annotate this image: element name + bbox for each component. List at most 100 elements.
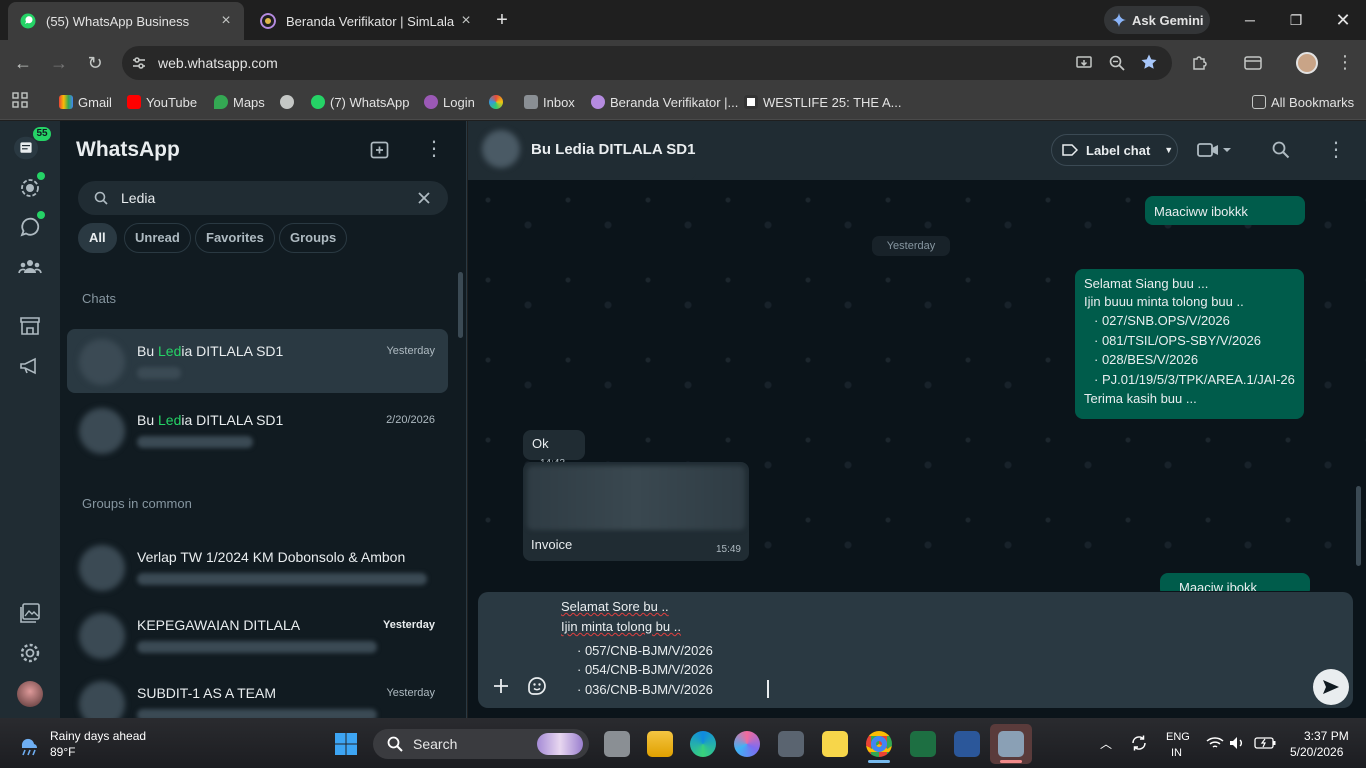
reload-icon[interactable]: ↻ bbox=[83, 51, 107, 75]
tab-simlala[interactable]: Beranda Verifikator | SimLala × bbox=[248, 2, 484, 40]
close-window-icon[interactable]: ✕ bbox=[1331, 8, 1355, 32]
ask-gemini-button[interactable]: Ask Gemini bbox=[1104, 6, 1210, 34]
browser-menu-icon[interactable]: ⋮ bbox=[1336, 52, 1354, 72]
document-preview-thumbnail[interactable] bbox=[527, 466, 745, 530]
send-button[interactable] bbox=[1313, 669, 1349, 705]
outgoing-message[interactable]: Selamat Siang buu ... Ijin buuu minta to… bbox=[1075, 269, 1304, 419]
windows-start-icon[interactable] bbox=[334, 732, 358, 756]
wifi-icon[interactable] bbox=[1206, 736, 1224, 750]
filter-unread[interactable]: Unread bbox=[124, 223, 191, 253]
zoom-icon[interactable] bbox=[1108, 54, 1126, 72]
outgoing-message[interactable]: Maaciww ibokkk bbox=[1145, 196, 1305, 225]
chat-list-scrollbar[interactable] bbox=[458, 272, 463, 338]
incoming-message[interactable]: Ok 14:43 bbox=[523, 430, 585, 469]
bookmark-youtube[interactable]: YouTube bbox=[127, 92, 197, 112]
settings-gear-icon[interactable] bbox=[18, 641, 42, 665]
rain-weather-icon[interactable] bbox=[16, 730, 44, 758]
chat-list-item[interactable]: Bu Ledia DITLALA SD1 2/20/2026 bbox=[67, 398, 448, 462]
bookmark-pinwheel[interactable] bbox=[489, 92, 508, 112]
contact-name[interactable]: Bu Ledia DITLALA SD1 bbox=[531, 141, 695, 158]
volume-icon[interactable] bbox=[1229, 736, 1245, 750]
media-gallery-icon[interactable] bbox=[18, 601, 42, 625]
sticker-emoji-icon[interactable] bbox=[527, 676, 547, 696]
taskbar-app-word-icon[interactable] bbox=[954, 731, 980, 757]
conversation-menu-icon[interactable]: ⋮ bbox=[1326, 139, 1346, 161]
clear-search-icon[interactable] bbox=[418, 192, 430, 204]
gemini-sparkle-icon bbox=[1112, 13, 1126, 27]
video-call-icon[interactable] bbox=[1197, 142, 1233, 158]
url-text[interactable]: web.whatsapp.com bbox=[158, 55, 278, 71]
bookmark-star-icon[interactable] bbox=[1140, 53, 1158, 71]
message-list-item: · 027/SNB.OPS/V/2026 bbox=[1094, 313, 1230, 328]
communities-icon[interactable] bbox=[18, 255, 42, 279]
catalog-store-icon[interactable] bbox=[18, 314, 42, 338]
tab-close-icon[interactable]: × bbox=[218, 13, 234, 29]
battery-charging-icon[interactable] bbox=[1254, 737, 1276, 749]
search-value[interactable]: Ledia bbox=[121, 190, 155, 206]
filter-all[interactable]: All bbox=[78, 223, 117, 253]
extensions-puzzle-icon[interactable] bbox=[1190, 53, 1210, 73]
restore-window-icon[interactable]: ❐ bbox=[1284, 8, 1308, 32]
message-text: Maaciww ibokkk bbox=[1154, 204, 1248, 219]
taskbar-app-edge-icon[interactable] bbox=[690, 731, 716, 757]
bookmark-globe[interactable] bbox=[280, 92, 299, 112]
site-info-tune-icon[interactable] bbox=[131, 55, 147, 71]
forward-arrow-icon[interactable]: → bbox=[47, 51, 71, 75]
clock-date[interactable]: 5/20/2026 bbox=[1290, 745, 1343, 759]
chats-icon[interactable] bbox=[14, 136, 38, 160]
taskbar-app-chrome-icon[interactable] bbox=[866, 731, 892, 757]
clock-time[interactable]: 3:37 PM bbox=[1304, 729, 1349, 743]
profile-photo-avatar[interactable] bbox=[17, 681, 43, 707]
new-tab-button[interactable]: + bbox=[492, 10, 512, 30]
apps-grid-icon[interactable] bbox=[12, 92, 28, 108]
contact-avatar[interactable] bbox=[482, 130, 520, 168]
input-language[interactable]: ENG bbox=[1166, 731, 1190, 743]
tab-close-icon[interactable]: × bbox=[458, 13, 474, 29]
address-bar[interactable] bbox=[122, 46, 1172, 80]
group-list-item[interactable]: SUBDIT-1 AS A TEAM Yesterday bbox=[67, 671, 448, 718]
new-chat-icon[interactable] bbox=[370, 139, 391, 160]
taskbar-app-camera-icon[interactable] bbox=[778, 731, 804, 757]
taskbar-app-sticky-notes-icon[interactable] bbox=[822, 731, 848, 757]
filter-favorites[interactable]: Favorites bbox=[195, 223, 275, 253]
bookmark-gmail[interactable]: Gmail bbox=[59, 92, 112, 112]
conversation-scrollbar[interactable] bbox=[1356, 486, 1361, 566]
tab-whatsapp-business[interactable]: (55) WhatsApp Business × bbox=[8, 2, 244, 40]
install-app-icon[interactable] bbox=[1075, 54, 1093, 72]
back-arrow-icon[interactable]: ← bbox=[11, 51, 35, 75]
taskbar-app-snipping-tool-icon[interactable] bbox=[998, 731, 1024, 757]
message-line: Terima kasih buu ... bbox=[1084, 391, 1197, 406]
group-list-item[interactable]: Verlap TW 1/2024 KM Dobonsolo & Ambon bbox=[67, 535, 448, 599]
weather-title[interactable]: Rainy days ahead bbox=[50, 729, 146, 743]
taskbar-app-excel-icon[interactable] bbox=[910, 731, 936, 757]
bookmark-maps[interactable]: Maps bbox=[214, 92, 265, 112]
bookmark-login[interactable]: Login bbox=[424, 92, 475, 112]
taskbar-app-copilot-icon[interactable] bbox=[734, 731, 760, 757]
taskbar-app-file-manager-icon[interactable] bbox=[604, 731, 630, 757]
sync-icon[interactable] bbox=[1130, 734, 1148, 752]
profile-avatar[interactable] bbox=[1296, 52, 1318, 74]
taskbar-search-box[interactable]: Search bbox=[373, 729, 589, 759]
channels-new-dot bbox=[37, 211, 45, 219]
all-bookmarks-button[interactable]: All Bookmarks bbox=[1252, 92, 1354, 112]
weather-temperature[interactable]: 89°F bbox=[50, 745, 75, 759]
search-conversation-icon[interactable] bbox=[1272, 141, 1290, 159]
bookmark-inbox[interactable]: Inbox bbox=[524, 92, 575, 112]
show-hidden-icons-chevron-icon[interactable]: ︿ bbox=[1100, 735, 1112, 752]
minimize-window-icon[interactable]: ─ bbox=[1238, 8, 1262, 32]
advertise-megaphone-icon[interactable] bbox=[18, 354, 42, 378]
group-name: Verlap TW 1/2024 KM Dobonsolo & Ambon bbox=[137, 549, 406, 565]
incoming-document-message[interactable]: Invoice 15:49 bbox=[523, 462, 749, 561]
input-region[interactable]: IN bbox=[1171, 747, 1182, 759]
label-chat-button[interactable]: Label chat ▼ bbox=[1051, 134, 1178, 166]
tab-search-icon[interactable] bbox=[1243, 53, 1263, 73]
sidebar-menu-icon[interactable]: ⋮ bbox=[424, 138, 444, 160]
group-list-item[interactable]: KEPEGAWAIAN DITLALA Yesterday bbox=[67, 603, 448, 667]
taskbar-app-explorer-folder-icon[interactable] bbox=[647, 731, 673, 757]
bookmark-beranda[interactable]: Beranda Verifikator |... bbox=[591, 92, 738, 112]
chat-list-item[interactable]: Bu Ledia DITLALA SD1 Yesterday bbox=[67, 329, 448, 393]
bookmark-whatsapp[interactable]: (7) WhatsApp bbox=[311, 92, 409, 112]
filter-groups[interactable]: Groups bbox=[279, 223, 348, 253]
bookmark-westlife[interactable]: WESTLIFE 25: THE A... bbox=[744, 92, 901, 112]
attach-plus-icon[interactable] bbox=[492, 677, 510, 695]
